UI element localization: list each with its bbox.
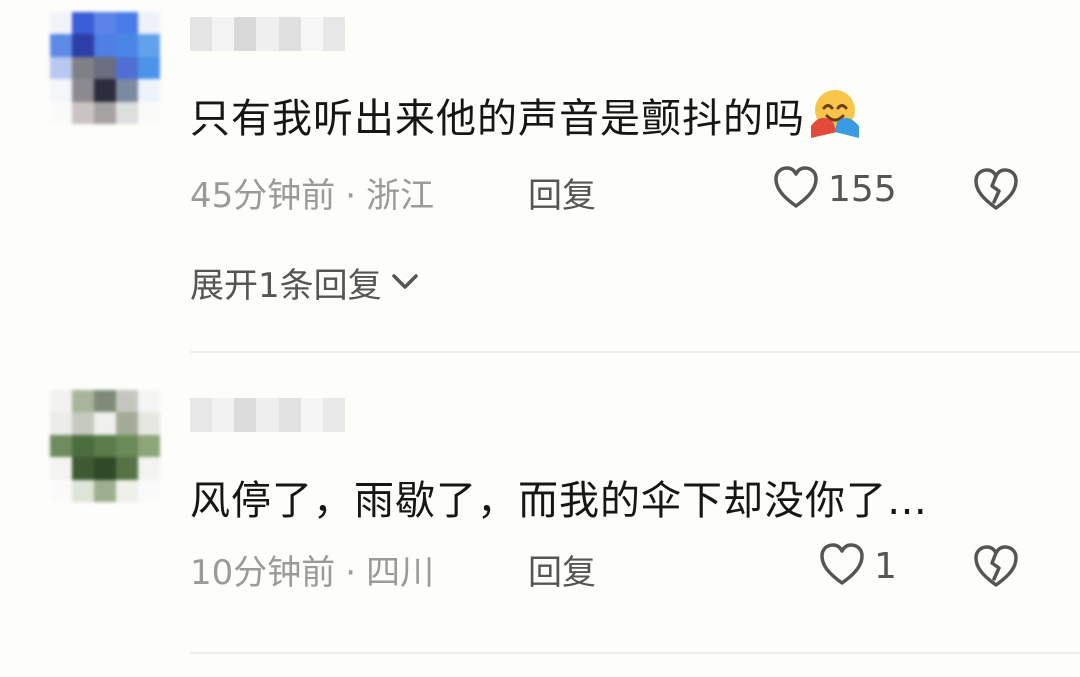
comment-meta: 10分钟前 · 四川	[190, 545, 434, 594]
separator: ·	[345, 176, 357, 216]
comment-meta: 45分钟前 · 浙江	[190, 168, 434, 217]
avatar[interactable]	[50, 12, 160, 124]
comment-time: 45分钟前	[190, 176, 336, 216]
comment-item: 只有我听出来他的声音是颤抖的吗 45分钟前 · 浙江 回复 155 展开1条回复	[0, 0, 1080, 350]
broken-heart-icon	[972, 168, 1020, 216]
like-count: 1	[874, 545, 897, 587]
dislike-button[interactable]	[972, 166, 1020, 216]
comment-location: 浙江	[366, 176, 435, 216]
username-redacted[interactable]	[190, 398, 345, 432]
avatar[interactable]	[50, 390, 160, 502]
separator: ·	[345, 553, 357, 593]
comment-location: 四川	[366, 553, 435, 593]
divider	[190, 652, 1080, 654]
like-button[interactable]: 1	[818, 541, 897, 591]
hugging-face-emoji	[807, 86, 863, 148]
reply-button[interactable]: 回复	[528, 545, 596, 594]
comment-item: 风停了，雨歇了，而我的伞下却没你了… 10分钟前 · 四川 回复 1	[0, 370, 1080, 660]
comment-time: 10分钟前	[190, 553, 336, 593]
comment-text: 只有我听出来他的声音是颤抖的吗	[190, 86, 863, 148]
heart-icon	[772, 164, 820, 214]
dislike-button[interactable]	[972, 543, 1020, 593]
expand-replies-button[interactable]: 展开1条回复	[190, 258, 422, 307]
username-redacted[interactable]	[190, 17, 345, 51]
expand-replies-label: 展开1条回复	[190, 266, 382, 306]
comment-text: 风停了，雨歇了，而我的伞下却没你了…	[190, 478, 928, 524]
like-count: 155	[828, 168, 897, 210]
reply-button[interactable]: 回复	[528, 168, 596, 217]
chevron-down-icon	[388, 263, 422, 303]
heart-icon	[818, 541, 866, 591]
like-button[interactable]: 155	[772, 164, 897, 214]
broken-heart-icon	[972, 545, 1020, 593]
divider	[190, 351, 1080, 353]
